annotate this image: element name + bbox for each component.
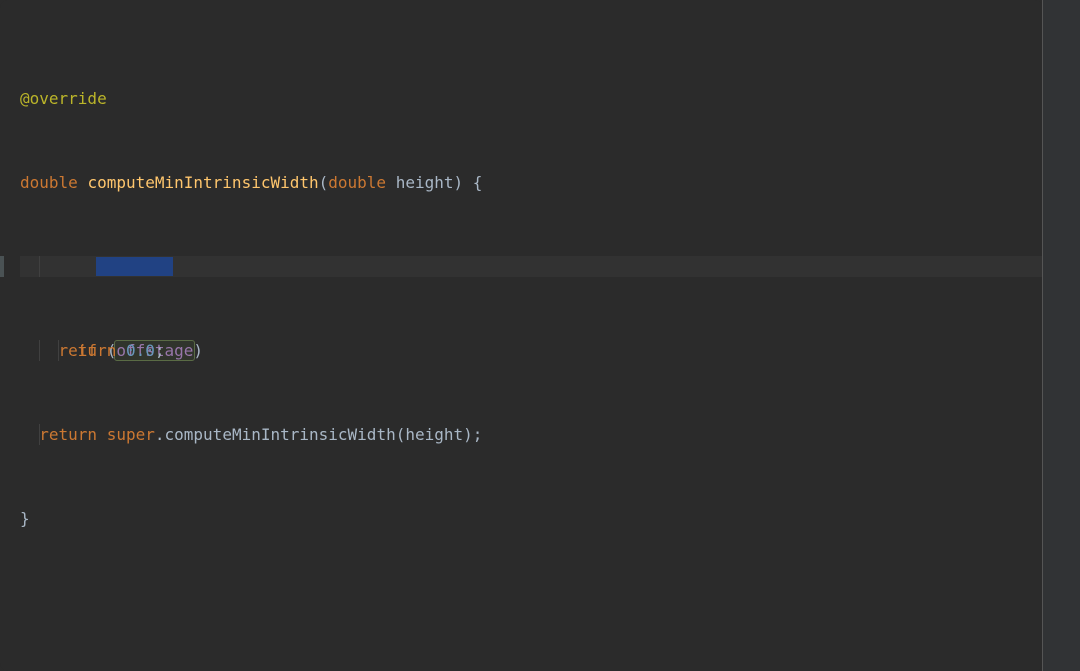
blank-line <box>20 592 1043 613</box>
code-line: double computeMinIntrinsicWidth(double h… <box>20 172 1043 193</box>
code-line-highlighted: if (offstage) <box>20 256 1043 277</box>
editor-right-margin <box>1042 0 1080 671</box>
text-selection <box>96 257 173 276</box>
code-line: @override <box>20 88 1043 109</box>
annotation: @override <box>20 89 107 108</box>
method-name: computeMinIntrinsicWidth <box>87 173 318 192</box>
code-line: return super.computeMinIntrinsicWidth(he… <box>20 424 1043 445</box>
code-editor[interactable]: @override double computeMinIntrinsicWidt… <box>0 0 1043 671</box>
gutter-change-marker <box>0 256 4 277</box>
code-line: } <box>20 508 1043 529</box>
